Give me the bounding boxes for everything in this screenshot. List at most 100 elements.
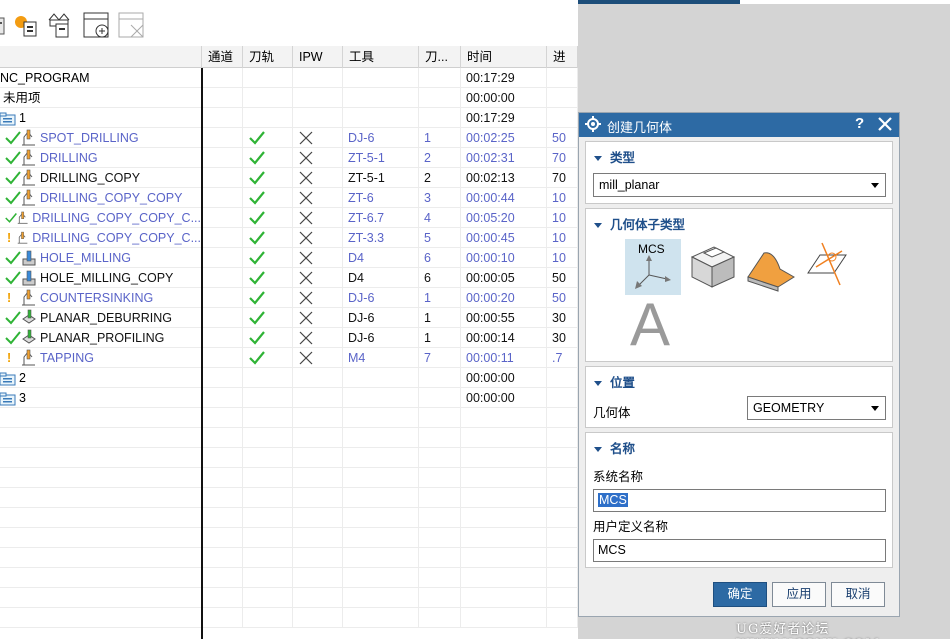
- empty-cell: [0, 408, 202, 428]
- tn-cell: 1: [419, 288, 461, 308]
- ipw-cross-icon: [299, 171, 313, 185]
- table-row[interactable]: DRILLING_COPY_COPY_C... ZT-6.7 4 00:05:20 10: [0, 208, 578, 228]
- table-row[interactable]: 1 00:17:29: [0, 108, 578, 128]
- col-tool-header[interactable]: 工具: [343, 46, 419, 68]
- table-row[interactable]: PLANAR_DEBURRING DJ-6 1 00:00:55 30: [0, 308, 578, 328]
- table-row[interactable]: ! TAPPING M4 7 00:00:11 .7: [0, 348, 578, 368]
- ok-button[interactable]: 确定: [713, 582, 767, 607]
- next-value: 10: [552, 191, 566, 205]
- mcs-subtype-button[interactable]: MCS: [625, 239, 681, 295]
- dialog-titlebar[interactable]: 创建几何体 ?: [579, 113, 899, 137]
- table-row[interactable]: PLANAR_PROFILING DJ-6 1 00:00:14 30: [0, 328, 578, 348]
- table-row[interactable]: NC_PROGRAM 00:17:29: [0, 68, 578, 88]
- user-name-field[interactable]: MCS: [593, 539, 886, 562]
- cancel-button[interactable]: 取消: [831, 582, 885, 607]
- status-ok-icon: [5, 191, 21, 205]
- mcs-icon: [635, 255, 671, 289]
- table-row[interactable]: [0, 428, 578, 448]
- col-toolpath-header[interactable]: 刀轨: [243, 46, 293, 68]
- system-name-field[interactable]: MCS: [593, 489, 886, 512]
- machine-tool-view-icon: [15, 16, 37, 37]
- empty-cell: [419, 388, 461, 408]
- empty-cell: [343, 388, 419, 408]
- table-row[interactable]: 未用项 00:00:00: [0, 88, 578, 108]
- empty-cell: [202, 168, 243, 188]
- table-row[interactable]: [0, 508, 578, 528]
- mill-area-icon[interactable]: [744, 239, 798, 293]
- empty-cell: [243, 488, 293, 508]
- time-value: 00:00:20: [466, 291, 515, 305]
- empty-cell: [547, 428, 578, 448]
- location-section-header[interactable]: 位置: [594, 372, 635, 391]
- top-strip-light: [740, 0, 950, 4]
- empty-cell: [547, 68, 578, 88]
- close-icon[interactable]: [877, 116, 893, 132]
- geometry-view-button[interactable]: [46, 10, 76, 40]
- empty-cell: [547, 368, 578, 388]
- col-feed-header[interactable]: 进: [547, 46, 578, 68]
- geometry-select[interactable]: GEOMETRY: [747, 396, 886, 420]
- col-ipw-header[interactable]: IPW: [293, 46, 343, 68]
- table-row[interactable]: DRILLING_COPY ZT-5-1 2 00:02:13 70: [0, 168, 578, 188]
- subtype-section-header[interactable]: 几何体子类型: [594, 214, 685, 233]
- operation-name-cell: DRILLING_COPY_COPY_C...: [0, 208, 202, 228]
- table-row[interactable]: ! DRILLING_COPY_COPY_C... ZT-3.3 5 00:00:45 1…: [0, 228, 578, 248]
- machine-tool-view-button[interactable]: [12, 10, 42, 40]
- help-button[interactable]: ?: [855, 115, 864, 132]
- table-row[interactable]: [0, 468, 578, 488]
- table-row[interactable]: [0, 408, 578, 428]
- table-row[interactable]: DRILLING_COPY_COPY ZT-6 3 00:00:44 10: [0, 188, 578, 208]
- table-row[interactable]: [0, 548, 578, 568]
- create-geometry-button[interactable]: [82, 10, 112, 40]
- name-section-header[interactable]: 名称: [594, 438, 635, 457]
- text-geometry-icon[interactable]: A: [630, 295, 670, 355]
- table-row[interactable]: [0, 588, 578, 608]
- type-section-header[interactable]: 类型: [594, 147, 635, 166]
- next-value: 30: [552, 311, 566, 325]
- table-row[interactable]: SPOT_DRILLING DJ-6 1 00:02:25 50: [0, 128, 578, 148]
- col-name-header[interactable]: [0, 46, 202, 68]
- table-row[interactable]: [0, 528, 578, 548]
- operation-name-cell: DRILLING_COPY: [0, 168, 202, 188]
- operation-name-cell: NC_PROGRAM: [0, 68, 202, 88]
- empty-cell: [202, 148, 243, 168]
- empty-cell: [0, 548, 202, 568]
- empty-cell: [243, 428, 293, 448]
- ipw-cross-icon: [299, 291, 313, 305]
- create-geometry-icon: [83, 12, 109, 38]
- table-row[interactable]: 2 00:00:00: [0, 368, 578, 388]
- col-time-header[interactable]: 时间: [461, 46, 547, 68]
- program-folder-icon: [0, 112, 16, 126]
- table-row[interactable]: [0, 568, 578, 588]
- workpiece-icon[interactable]: [686, 239, 740, 293]
- time-cell: 00:00:14: [461, 328, 547, 348]
- table-row[interactable]: [0, 448, 578, 468]
- table-row[interactable]: DRILLING ZT-5-1 2 00:02:31 70: [0, 148, 578, 168]
- col-tool-number-header[interactable]: 刀...: [419, 46, 461, 68]
- table-row[interactable]: [0, 608, 578, 628]
- dialog-title: 创建几何体: [607, 120, 673, 135]
- delete-button[interactable]: [117, 10, 147, 40]
- system-name-label: 系统名称: [593, 470, 644, 484]
- time-value: 00:05:20: [466, 211, 515, 225]
- apply-button[interactable]: 应用: [772, 582, 826, 607]
- empty-cell: [343, 608, 419, 628]
- op-name: 3: [19, 391, 26, 405]
- tool-value: ZT-5-1: [348, 151, 385, 165]
- empty-cell: [243, 608, 293, 628]
- op-name: PLANAR_PROFILING: [40, 331, 165, 345]
- mill-bnd-icon[interactable]: [802, 239, 856, 293]
- empty-cell: [461, 428, 547, 448]
- table-row[interactable]: 3 00:00:00: [0, 388, 578, 408]
- warning-icon: !: [7, 351, 12, 365]
- table-row[interactable]: [0, 488, 578, 508]
- table-row[interactable]: HOLE_MILLING D4 6 00:00:10 10: [0, 248, 578, 268]
- table-row[interactable]: ! COUNTERSINKING DJ-6 1 00:00:20 50: [0, 288, 578, 308]
- table-row[interactable]: HOLE_MILLING_COPY D4 6 00:00:05 50: [0, 268, 578, 288]
- empty-cell: [202, 308, 243, 328]
- col-channel-header[interactable]: 通道: [202, 46, 243, 68]
- tn-value: 3: [424, 191, 431, 205]
- ipw-cross-icon: [299, 251, 313, 265]
- type-select[interactable]: mill_planar: [593, 173, 886, 197]
- op-name: 未用项: [3, 91, 41, 105]
